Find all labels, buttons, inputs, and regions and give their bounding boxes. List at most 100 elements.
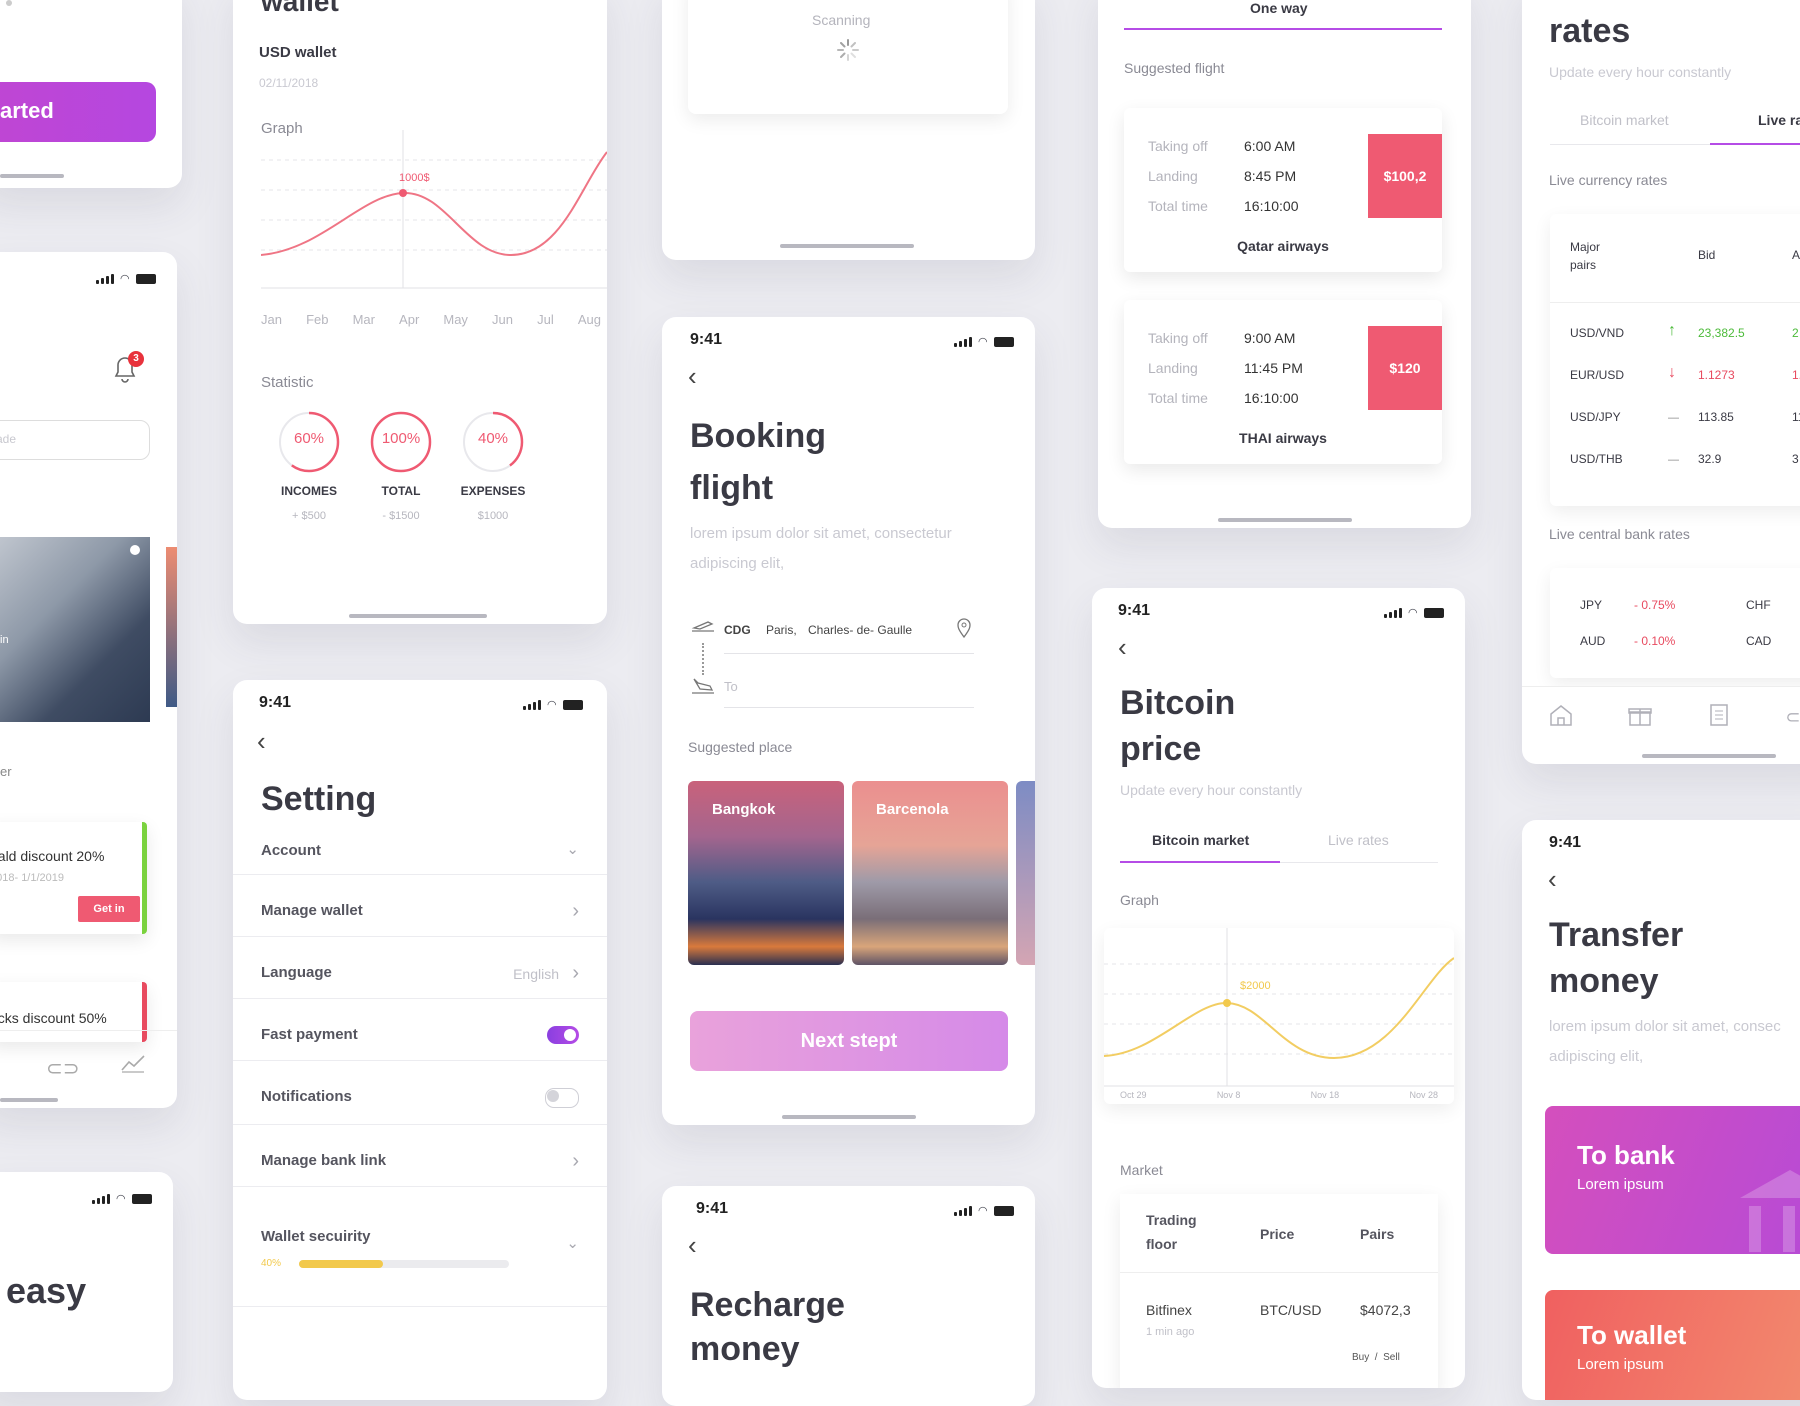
chevron-down-icon[interactable]: ⌄ [566, 840, 579, 858]
chevron-right-icon[interactable]: › [572, 1150, 579, 1173]
back-chevron-icon[interactable]: ‹ [688, 1232, 697, 1258]
place-card-peek[interactable] [1016, 781, 1035, 965]
wifi-icon: ◠ [120, 273, 130, 285]
flight-card[interactable]: Taking off Landing Total time 9:00 AM 11:45 … [1124, 300, 1442, 464]
table-row[interactable]: Bitfinex 1 min ago BTC/USD $4072,3 Buy /… [1120, 1274, 1438, 1374]
link-icon[interactable]: ⊂⊃ [46, 1056, 80, 1081]
image-caption: in [0, 634, 9, 646]
setting-row-label: Notifications [261, 1088, 352, 1105]
header-floor: floor [1146, 1236, 1178, 1252]
setting-row[interactable]: Manage bank link › [233, 1124, 607, 1187]
home-indicator [349, 614, 487, 618]
promo-card-1[interactable]: nald discount 20% 2018- 1/1/2019 Get in [0, 822, 147, 934]
rate-row[interactable]: USD/JPY — 113.85 11 [1550, 404, 1800, 434]
place-card-bangkok[interactable]: Bangkok [688, 781, 844, 965]
chevron-down-icon[interactable]: ⌄ [566, 1234, 579, 1252]
promo-card-2[interactable]: ucks discount 50% [0, 982, 147, 1042]
airline-name: THAI airways [1239, 430, 1327, 446]
month-label: Aug [577, 312, 601, 327]
tab-bitcoin-market[interactable]: Bitcoin market [1152, 832, 1249, 848]
from-field[interactable]: CDG Paris, Charles- de- Gaulle [724, 611, 974, 654]
tab-bitcoin-market[interactable]: Bitcoin market [1580, 112, 1669, 128]
home-indicator [1642, 754, 1776, 758]
buy-sell-actions[interactable]: Buy / Sell [1352, 1352, 1400, 1363]
price-tag[interactable]: $100,2 [1368, 134, 1442, 218]
to-bank-option[interactable]: To bank Lorem ipsum [1545, 1106, 1800, 1254]
chart-icon[interactable] [120, 1052, 146, 1079]
code-input[interactable] [0, 420, 150, 460]
wallet-date: 02/11/2018 [259, 76, 319, 90]
chevron-right-icon[interactable]: › [572, 962, 579, 985]
flight-card[interactable]: Taking off Landing Total time 6:00 AM 8:45 P… [1124, 108, 1442, 272]
rate-pair: EUR/USD [1570, 368, 1625, 382]
setting-row[interactable]: Language › English [233, 936, 607, 999]
tab-underline [1120, 861, 1280, 863]
gift-icon[interactable] [1627, 703, 1653, 732]
rate-row[interactable]: EUR/USD ↓ 1.1273 1. [1550, 362, 1800, 392]
setting-row[interactable]: Account ⌄ [233, 814, 607, 875]
flights-card: One way Suggested flight Taking off Landi… [1098, 0, 1471, 528]
back-chevron-icon[interactable]: ‹ [1548, 866, 1557, 892]
toggle-knob [564, 1029, 576, 1041]
to-wallet-option[interactable]: To wallet Lorem ipsum [1545, 1290, 1800, 1400]
dot-icon [6, 0, 12, 6]
wifi-icon: ◠ [978, 1205, 988, 1217]
rate-bid: 32.9 [1698, 452, 1722, 466]
place-card-barcelona[interactable]: Barcenola [852, 781, 1008, 965]
chart-tooltip: $2000 [1240, 980, 1271, 992]
status-icons: ◠ [523, 698, 583, 711]
rate-row[interactable]: USD/VND ↑ 23,382.5 2 [1550, 320, 1800, 350]
total-time-value: 16:10:00 [1244, 390, 1299, 406]
wallet-title: wallet [261, 0, 339, 17]
setting-row-label: Wallet secuirity [261, 1228, 371, 1245]
next-image-peek [166, 547, 177, 707]
rates-card: rates Update every hour constantly Bitco… [1522, 0, 1800, 764]
rate-ask: 1. [1792, 368, 1800, 382]
home-indicator [780, 244, 914, 248]
security-progress-bar [299, 1260, 509, 1268]
chevron-right-icon[interactable]: › [572, 900, 579, 923]
back-chevron-icon[interactable]: ‹ [257, 728, 266, 754]
airline-name: Qatar airways [1237, 238, 1329, 254]
code-input-placeholder: ade [0, 432, 17, 446]
next-step-button[interactable]: Next stept [690, 1011, 1008, 1071]
get-in-button[interactable]: Get in [78, 896, 140, 922]
status-icons: ◠ [954, 1204, 1014, 1217]
recharge-title-line2: money [690, 1330, 800, 1368]
battery-icon [131, 1193, 152, 1204]
receipt-icon[interactable] [1706, 703, 1732, 732]
setting-row-label: Fast payment [261, 1026, 358, 1043]
link-icon[interactable]: ⊂⊃ [1785, 707, 1800, 728]
setting-row[interactable]: Fast payment [233, 998, 607, 1061]
back-chevron-icon[interactable]: ‹ [688, 363, 697, 389]
tab-one-way[interactable]: One way [1250, 0, 1308, 16]
table-divider [1120, 1272, 1438, 1273]
tab-live-rates[interactable]: Live ra [1758, 112, 1800, 128]
transfer-title-line1: Transfer [1549, 916, 1684, 954]
toggle-on[interactable] [547, 1026, 579, 1044]
from-airport: Charles- de- Gaulle [808, 623, 913, 637]
bottom-nav: ⊂⊃ [1522, 686, 1800, 747]
security-progress-fill [299, 1260, 383, 1268]
intro-card: ◠ easy [0, 1172, 173, 1392]
tab-live-rates[interactable]: Live rates [1328, 832, 1389, 848]
statistic-ring: 100% [369, 410, 433, 474]
currency-table: Major pairs Bid A USD/VND ↑ 23,382.5 2 EUR/U… [1550, 214, 1800, 506]
toggle-off[interactable] [545, 1088, 579, 1108]
ring-percent: 40% [477, 430, 509, 447]
rate-row[interactable]: USD/THB — 32.9 3 [1550, 446, 1800, 476]
back-chevron-icon[interactable]: ‹ [1118, 634, 1127, 660]
setting-row[interactable]: Wallet secuirity ⌄ 40% [233, 1186, 607, 1307]
header-bid: Bid [1698, 248, 1716, 262]
home-indicator [0, 174, 64, 178]
setting-row[interactable]: Manage wallet › [233, 874, 607, 937]
rates-title: rates [1549, 12, 1631, 50]
home-icon[interactable] [1548, 703, 1574, 732]
takeoff-icon [690, 617, 716, 640]
setting-row[interactable]: Notifications [233, 1060, 607, 1125]
location-pin-icon[interactable] [956, 617, 972, 644]
to-field[interactable]: To [724, 665, 974, 708]
price-tag[interactable]: $120 [1368, 326, 1442, 410]
stat-value: + $500 [292, 510, 326, 522]
wallet-line-chart [261, 130, 607, 289]
